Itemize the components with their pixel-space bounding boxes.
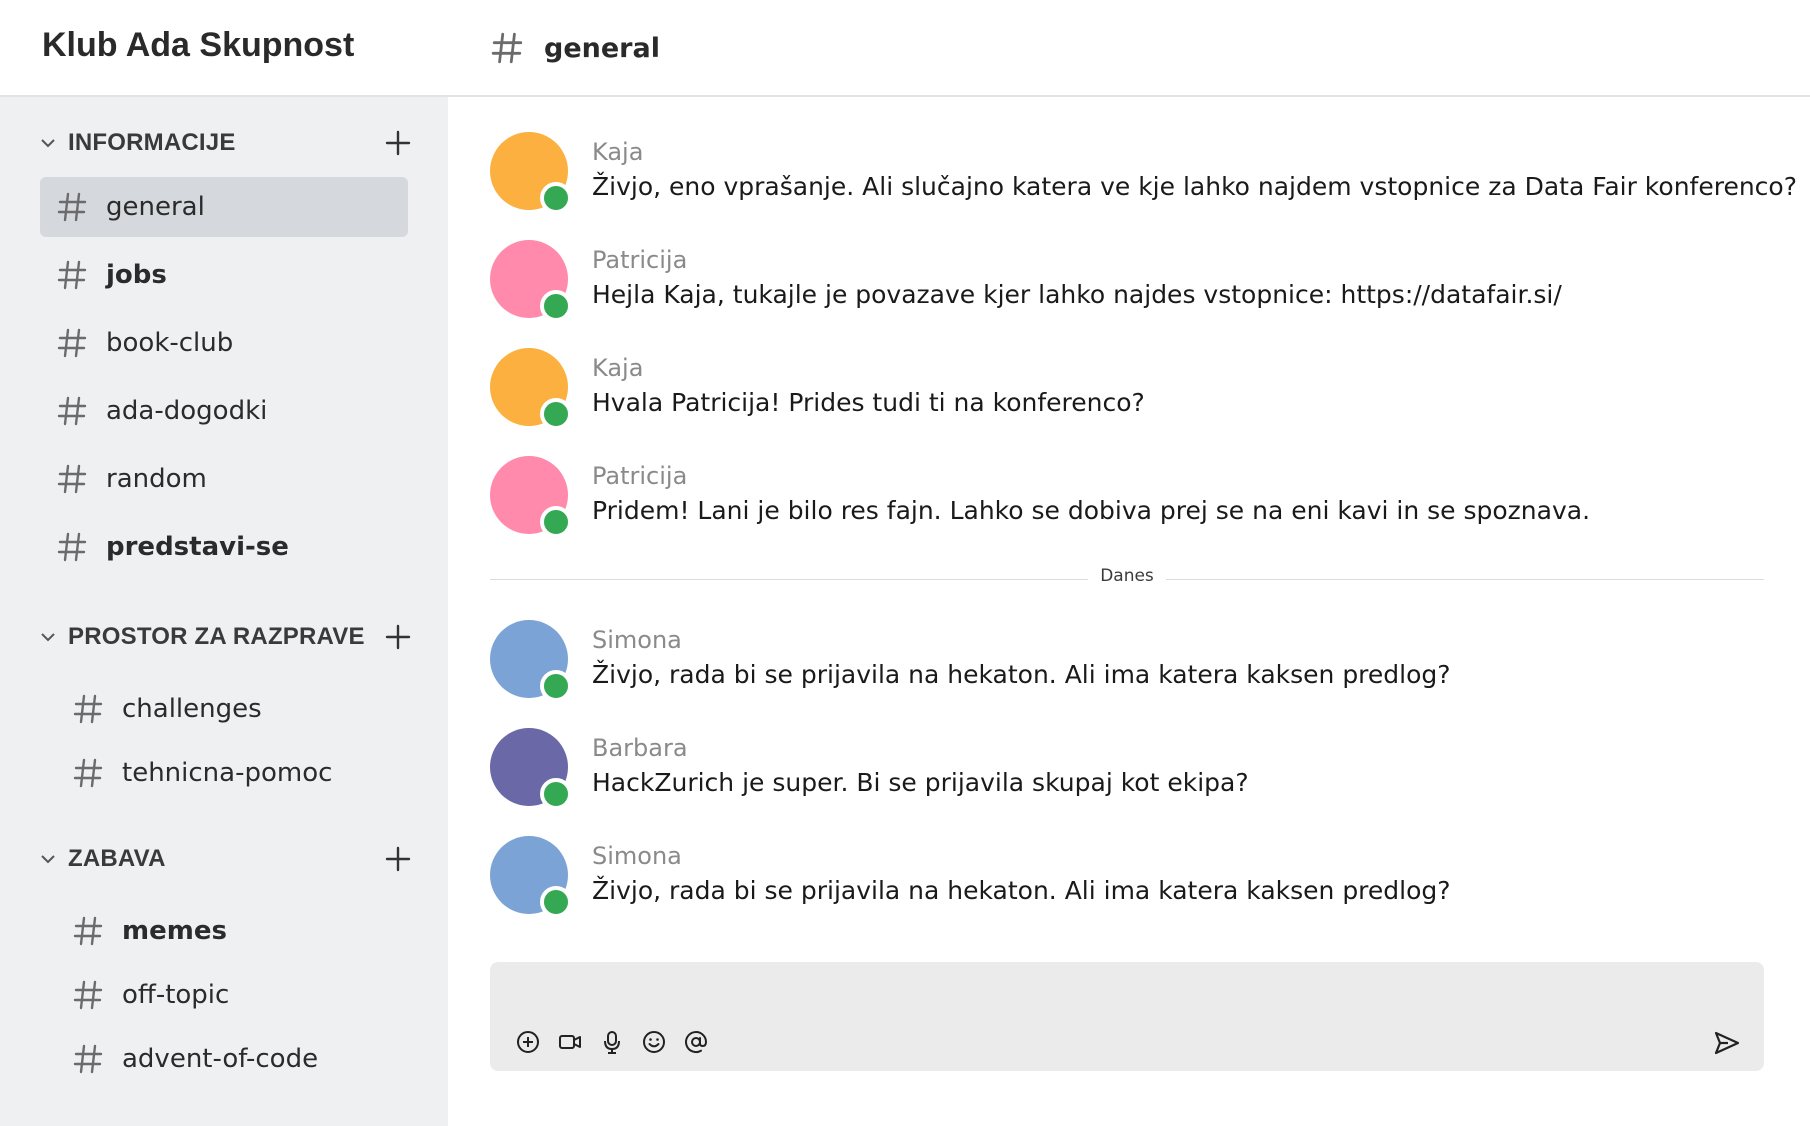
message: Barbara HackZurich je super. Bi se prija… xyxy=(490,728,1770,818)
channel-header: general xyxy=(490,26,660,70)
mention-button[interactable] xyxy=(682,1028,710,1056)
online-status-indicator xyxy=(540,398,572,430)
chevron-down-icon xyxy=(41,855,55,864)
channel-item-advent-of-code[interactable]: advent-of-code xyxy=(56,1029,408,1089)
add-channel-icon[interactable] xyxy=(384,129,412,157)
message-text: HackZurich je super. Bi se prijavila sku… xyxy=(592,768,1249,797)
date-divider-container: Danes xyxy=(490,566,1764,586)
channel-item-off-topic[interactable]: off-topic xyxy=(56,965,408,1025)
channel-label: general xyxy=(106,192,205,222)
channel-item-random[interactable]: random xyxy=(40,449,408,509)
channel-label: predstavi-se xyxy=(106,532,289,562)
emoji-icon xyxy=(643,1031,665,1053)
top-bar: Klub Ada Skupnost general xyxy=(0,0,1810,97)
channel-label: advent-of-code xyxy=(122,1044,319,1074)
voice-button[interactable] xyxy=(598,1028,626,1056)
hash-icon xyxy=(73,1044,103,1074)
message-author[interactable]: Patricija xyxy=(592,246,687,274)
channel-label: book-club xyxy=(106,328,234,358)
app-title: Klub Ada Skupnost xyxy=(42,26,355,64)
hash-icon xyxy=(73,694,103,724)
channel-label: challenges xyxy=(122,694,262,724)
message-text: Živjo, rada bi se prijavila na hekaton. … xyxy=(592,876,1451,905)
channel-item-ada-dogodki[interactable]: ada-dogodki xyxy=(40,381,408,441)
message: Simona Živjo, rada bi se prijavila na he… xyxy=(490,836,1770,926)
hash-icon xyxy=(57,532,87,562)
sidebar: INFORMACIJE general jobs book-club ada-d… xyxy=(0,97,448,1126)
section-header[interactable]: ZABAVA xyxy=(40,839,412,879)
message-composer xyxy=(490,962,1764,1071)
hash-icon xyxy=(73,758,103,788)
channel-label: off-topic xyxy=(122,980,230,1010)
hash-icon xyxy=(73,980,103,1010)
channel-label: memes xyxy=(122,916,227,946)
add-attachment-button[interactable] xyxy=(514,1028,542,1056)
section-title: INFORMACIJE xyxy=(68,129,236,156)
message-author[interactable]: Simona xyxy=(592,842,682,870)
section-title: PROSTOR ZA RAZPRAVE xyxy=(68,623,365,650)
emoji-button[interactable] xyxy=(640,1028,668,1056)
hash-icon xyxy=(57,260,87,290)
add-channel-icon[interactable] xyxy=(384,623,412,651)
mention-icon xyxy=(685,1031,708,1054)
message: Patricija Pridem! Lani je bilo res fajn.… xyxy=(490,456,1770,546)
message-text: Pridem! Lani je bilo res fajn. Lahko se … xyxy=(592,496,1591,525)
microphone-icon xyxy=(604,1031,620,1054)
channel-label: tehnicna-pomoc xyxy=(122,758,333,788)
message-input[interactable] xyxy=(510,976,1740,1016)
channel-label: jobs xyxy=(106,260,167,290)
send-icon[interactable] xyxy=(1712,1028,1742,1058)
online-status-indicator xyxy=(540,506,572,538)
channel-item-memes[interactable]: memes xyxy=(56,901,408,961)
online-status-indicator xyxy=(540,778,572,810)
channel-label: random xyxy=(106,464,207,494)
online-status-indicator xyxy=(540,886,572,918)
online-status-indicator xyxy=(540,670,572,702)
channel-item-book-club[interactable]: book-club xyxy=(40,313,408,373)
hash-icon xyxy=(57,328,87,358)
message: Kaja Hvala Patricija! Prides tudi ti na … xyxy=(490,348,1770,438)
add-circle-icon xyxy=(517,1031,539,1053)
message-text: Hvala Patricija! Prides tudi ti na konfe… xyxy=(592,388,1145,417)
message-text: Hejla Kaja, tukajle je povazave kjer lah… xyxy=(592,280,1562,309)
date-divider: Danes xyxy=(490,566,1764,592)
hash-icon xyxy=(57,464,87,494)
message-author[interactable]: Simona xyxy=(592,626,682,654)
video-button[interactable] xyxy=(556,1028,584,1056)
message-text: Živjo, eno vprašanje. Ali slučajno kater… xyxy=(592,172,1797,201)
online-status-indicator xyxy=(540,182,572,214)
section-header[interactable]: INFORMACIJE xyxy=(40,123,412,163)
hash-icon xyxy=(73,916,103,946)
channel-item-tehnicna-pomoc[interactable]: tehnicna-pomoc xyxy=(56,743,408,803)
date-divider-label: Danes xyxy=(1088,566,1166,586)
channel-item-predstavi-se[interactable]: predstavi-se xyxy=(40,517,408,577)
message-author[interactable]: Patricija xyxy=(592,462,687,490)
section-title: ZABAVA xyxy=(68,845,166,872)
hash-icon xyxy=(57,192,87,222)
channel-title: general xyxy=(544,32,660,64)
channel-item-jobs[interactable]: jobs xyxy=(40,245,408,305)
message: Patricija Hejla Kaja, tukajle je povazav… xyxy=(490,240,1770,330)
video-icon xyxy=(559,1035,581,1049)
channel-label: ada-dogodki xyxy=(106,396,268,426)
channel-item-challenges[interactable]: challenges xyxy=(56,679,408,739)
message-author[interactable]: Kaja xyxy=(592,138,643,166)
message-text: Živjo, rada bi se prijavila na hekaton. … xyxy=(592,660,1451,689)
hash-icon xyxy=(57,396,87,426)
online-status-indicator xyxy=(540,290,572,322)
message: Kaja Živjo, eno vprašanje. Ali slučajno … xyxy=(490,132,1797,222)
chevron-down-icon xyxy=(41,633,55,642)
channel-item-general[interactable]: general xyxy=(40,177,408,237)
section-header[interactable]: PROSTOR ZA RAZPRAVE xyxy=(40,617,412,657)
hash-icon xyxy=(491,32,523,64)
message-author[interactable]: Kaja xyxy=(592,354,643,382)
message-author[interactable]: Barbara xyxy=(592,734,688,762)
add-channel-icon[interactable] xyxy=(384,845,412,873)
chevron-down-icon xyxy=(41,139,55,148)
message: Simona Živjo, rada bi se prijavila na he… xyxy=(490,620,1770,710)
